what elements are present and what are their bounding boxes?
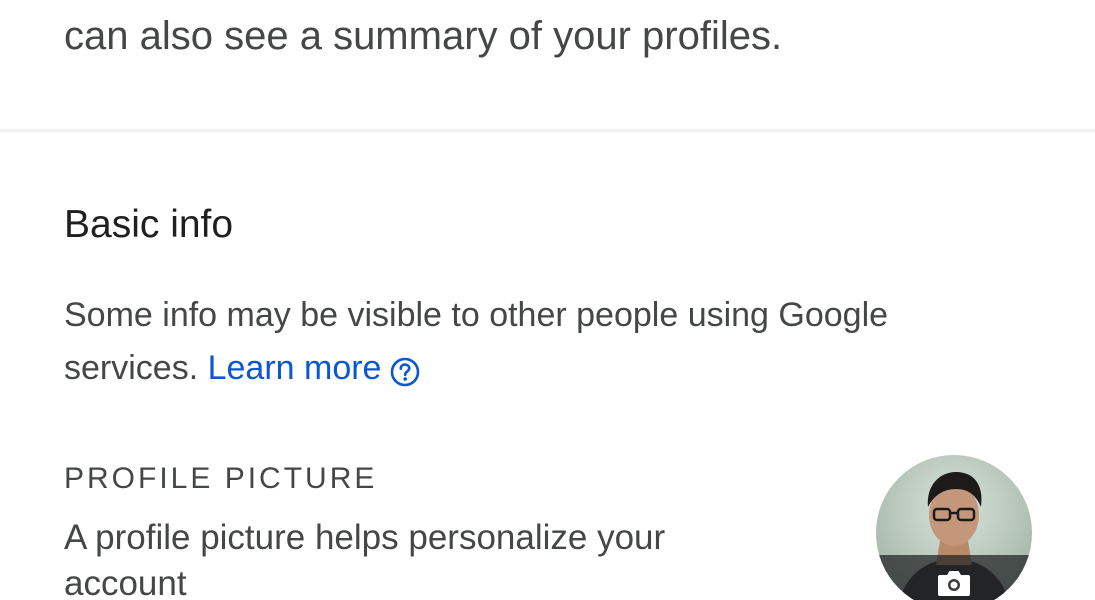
- section-divider: [0, 129, 1095, 132]
- learn-more-label: Learn more: [207, 349, 382, 387]
- basic-info-description-line1: Some info may be visible to other people…: [64, 296, 889, 334]
- profile-picture-description-line2: account: [64, 564, 187, 600]
- basic-info-description-line2-text: services.: [64, 349, 199, 387]
- basic-info-description-line2: services. Learn more: [64, 342, 1024, 395]
- profile-picture-description: A profile picture helps personalize your…: [64, 515, 784, 600]
- basic-info-description: Some info may be visible to other people…: [64, 289, 1024, 395]
- learn-more-link[interactable]: Learn more: [208, 349, 422, 387]
- account-page: can also see a summary of your profiles.…: [0, 0, 1095, 600]
- help-circle-icon: [389, 351, 421, 387]
- help-circle-icon-graphic: [391, 357, 420, 387]
- profile-picture-description-line1: A profile picture helps personalize your: [64, 518, 666, 557]
- intro-text: can also see a summary of your profiles.: [64, 14, 783, 58]
- profile-picture-avatar[interactable]: [876, 455, 1032, 600]
- profile-picture-label: PROFILE PICTURE: [64, 462, 378, 495]
- basic-info-title: Basic info: [64, 203, 234, 246]
- camera-icon: [938, 571, 970, 596]
